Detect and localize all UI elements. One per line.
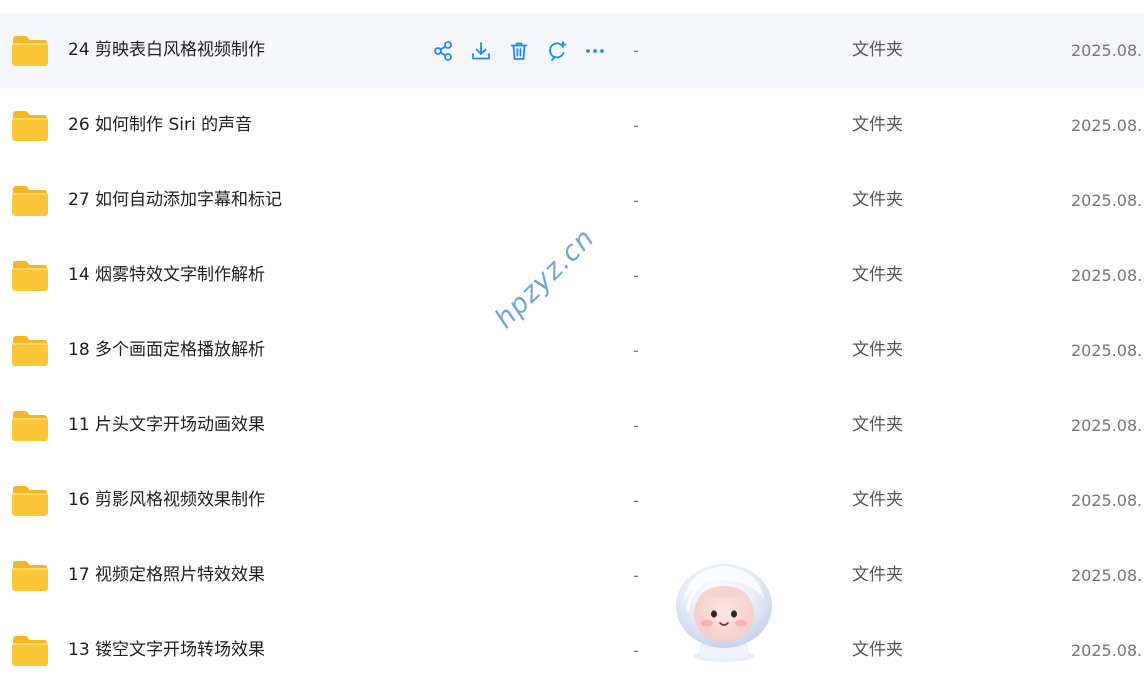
file-date: 2025.08. xyxy=(1071,191,1143,210)
file-date: 2025.08. xyxy=(1071,566,1143,585)
folder-icon xyxy=(12,36,48,66)
assistant-mascot-icon[interactable] xyxy=(670,560,778,662)
delete-icon[interactable] xyxy=(506,38,532,64)
file-type: 文件夹 xyxy=(852,340,903,360)
folder-icon xyxy=(12,261,48,291)
file-date: 2025.08. xyxy=(1071,491,1143,510)
file-type: 文件夹 xyxy=(852,490,903,510)
file-name[interactable]: 26 如何制作 Siri 的声音 xyxy=(68,88,252,163)
file-row[interactable]: 13 镂空文字开场转场效果 - 文件夹 2025.08. xyxy=(0,613,1144,688)
file-row[interactable]: 27 如何自动添加字幕和标记 - 文件夹 2025.08. xyxy=(0,163,1144,238)
file-type: 文件夹 xyxy=(852,640,903,660)
file-name[interactable]: 13 镂空文字开场转场效果 xyxy=(68,613,265,688)
file-row[interactable]: 17 视频定格照片特效效果 - 文件夹 2025.08. xyxy=(0,538,1144,613)
file-date: 2025.08. xyxy=(1071,116,1143,135)
file-type: 文件夹 xyxy=(852,565,903,585)
file-type: 文件夹 xyxy=(852,190,903,210)
folder-icon xyxy=(12,411,48,441)
folder-icon xyxy=(12,561,48,591)
file-date: 2025.08. xyxy=(1071,641,1143,660)
file-type: 文件夹 xyxy=(852,40,903,60)
file-size: - xyxy=(633,41,639,60)
file-row[interactable]: 14 烟雾特效文字制作解析 - 文件夹 2025.08. xyxy=(0,238,1144,313)
file-size: - xyxy=(633,341,639,360)
folder-icon xyxy=(12,636,48,666)
file-type: 文件夹 xyxy=(852,415,903,435)
share-icon[interactable] xyxy=(430,38,456,64)
file-size: - xyxy=(633,191,639,210)
file-size: - xyxy=(633,266,639,285)
file-row[interactable]: 16 剪影风格视频效果制作 - 文件夹 2025.08. xyxy=(0,463,1144,538)
file-name[interactable]: 16 剪影风格视频效果制作 xyxy=(68,463,265,538)
file-size: - xyxy=(633,116,639,135)
file-size: - xyxy=(633,416,639,435)
file-name[interactable]: 14 烟雾特效文字制作解析 xyxy=(68,238,265,313)
folder-icon xyxy=(12,111,48,141)
file-name[interactable]: 11 片头文字开场动画效果 xyxy=(68,388,265,463)
more-icon[interactable] xyxy=(582,38,608,64)
file-list: 24 剪映表白风格视频制作 - 文件夹 2025.08. 26 如何制作 Sir… xyxy=(0,13,1144,688)
file-size: - xyxy=(633,566,639,585)
folder-icon xyxy=(12,186,48,216)
file-row[interactable]: 18 多个画面定格播放解析 - 文件夹 2025.08. xyxy=(0,313,1144,388)
file-row[interactable]: 24 剪映表白风格视频制作 - 文件夹 2025.08. xyxy=(0,13,1144,88)
folder-icon xyxy=(12,336,48,366)
file-name[interactable]: 17 视频定格照片特效效果 xyxy=(68,538,265,613)
file-type: 文件夹 xyxy=(852,265,903,285)
file-name[interactable]: 24 剪映表白风格视频制作 xyxy=(68,13,265,88)
file-date: 2025.08. xyxy=(1071,266,1143,285)
file-row[interactable]: 11 片头文字开场动画效果 - 文件夹 2025.08. xyxy=(0,388,1144,463)
file-type: 文件夹 xyxy=(852,115,903,135)
download-icon[interactable] xyxy=(468,38,494,64)
refresh-icon[interactable] xyxy=(544,38,570,64)
file-name[interactable]: 18 多个画面定格播放解析 xyxy=(68,313,265,388)
file-date: 2025.08. xyxy=(1071,341,1143,360)
file-date: 2025.08. xyxy=(1071,416,1143,435)
file-date: 2025.08. xyxy=(1071,41,1143,60)
file-size: - xyxy=(633,491,639,510)
folder-icon xyxy=(12,486,48,516)
file-name[interactable]: 27 如何自动添加字幕和标记 xyxy=(68,163,282,238)
file-row[interactable]: 26 如何制作 Siri 的声音 - 文件夹 2025.08. xyxy=(0,88,1144,163)
file-size: - xyxy=(633,641,639,660)
row-actions xyxy=(430,38,608,64)
